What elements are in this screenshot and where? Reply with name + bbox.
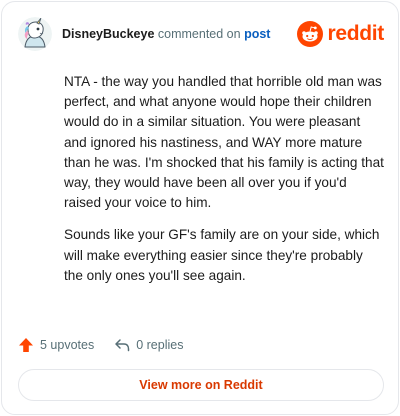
reply-arrow-icon: [115, 339, 130, 352]
upvote-button[interactable]: 5 upvotes: [18, 337, 94, 353]
comment-paragraph: NTA - the way you handled that horrible …: [64, 74, 384, 211]
embedded-comment-card: DisneyBuckeye commented on post reddit N…: [1, 1, 399, 415]
comment-meta: DisneyBuckeye commented on post: [62, 27, 297, 41]
reddit-logo[interactable]: reddit: [297, 21, 384, 47]
upvote-arrow-icon: [19, 338, 33, 352]
replies-button[interactable]: 0 replies: [114, 337, 183, 353]
comment-body: NTA - the way you handled that horrible …: [64, 72, 384, 298]
reply-count: 0 replies: [136, 338, 184, 352]
post-link[interactable]: post: [244, 27, 270, 41]
reddit-snoo-icon: [297, 21, 324, 47]
reddit-wordmark: reddit: [327, 22, 384, 45]
view-more-on-reddit-button[interactable]: View more on Reddit: [18, 369, 384, 401]
commented-on-text: commented on: [157, 27, 241, 41]
upvote-count: 5 upvotes: [40, 338, 95, 352]
comment-header: DisneyBuckeye commented on post reddit: [18, 16, 384, 52]
username-link[interactable]: DisneyBuckeye: [62, 27, 154, 41]
comment-actions: 5 upvotes 0 replies: [18, 334, 183, 356]
comment-paragraph: Sounds like your GF's family are on your…: [64, 227, 380, 283]
unicorn-avatar-icon[interactable]: [18, 17, 52, 51]
